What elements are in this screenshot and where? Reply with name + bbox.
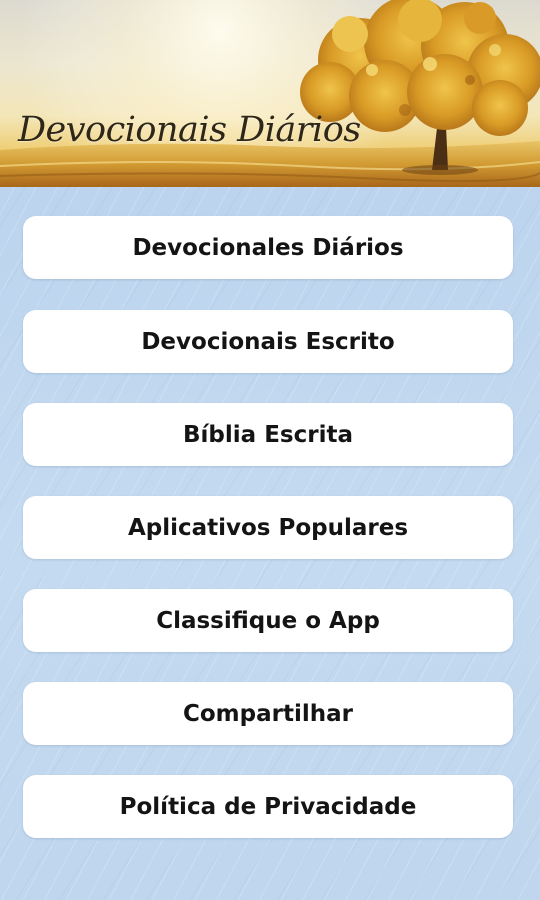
app-title: Devocionais Diários [18,110,361,150]
autumn-tree-field-banner-icon [0,0,540,187]
politica-de-privacidade-button[interactable]: Política de Privacidade [23,775,513,838]
aplicativos-populares-button[interactable]: Aplicativos Populares [23,496,513,559]
classifique-o-app-button[interactable]: Classifique o App [23,589,513,652]
devocionales-diarios-button[interactable]: Devocionales Diários [23,216,513,279]
devocionais-escrito-button[interactable]: Devocionais Escrito [23,310,513,373]
compartilhar-button[interactable]: Compartilhar [23,682,513,745]
biblia-escrita-button[interactable]: Bíblia Escrita [23,403,513,466]
header-banner: Devocionais Diários [0,0,540,187]
